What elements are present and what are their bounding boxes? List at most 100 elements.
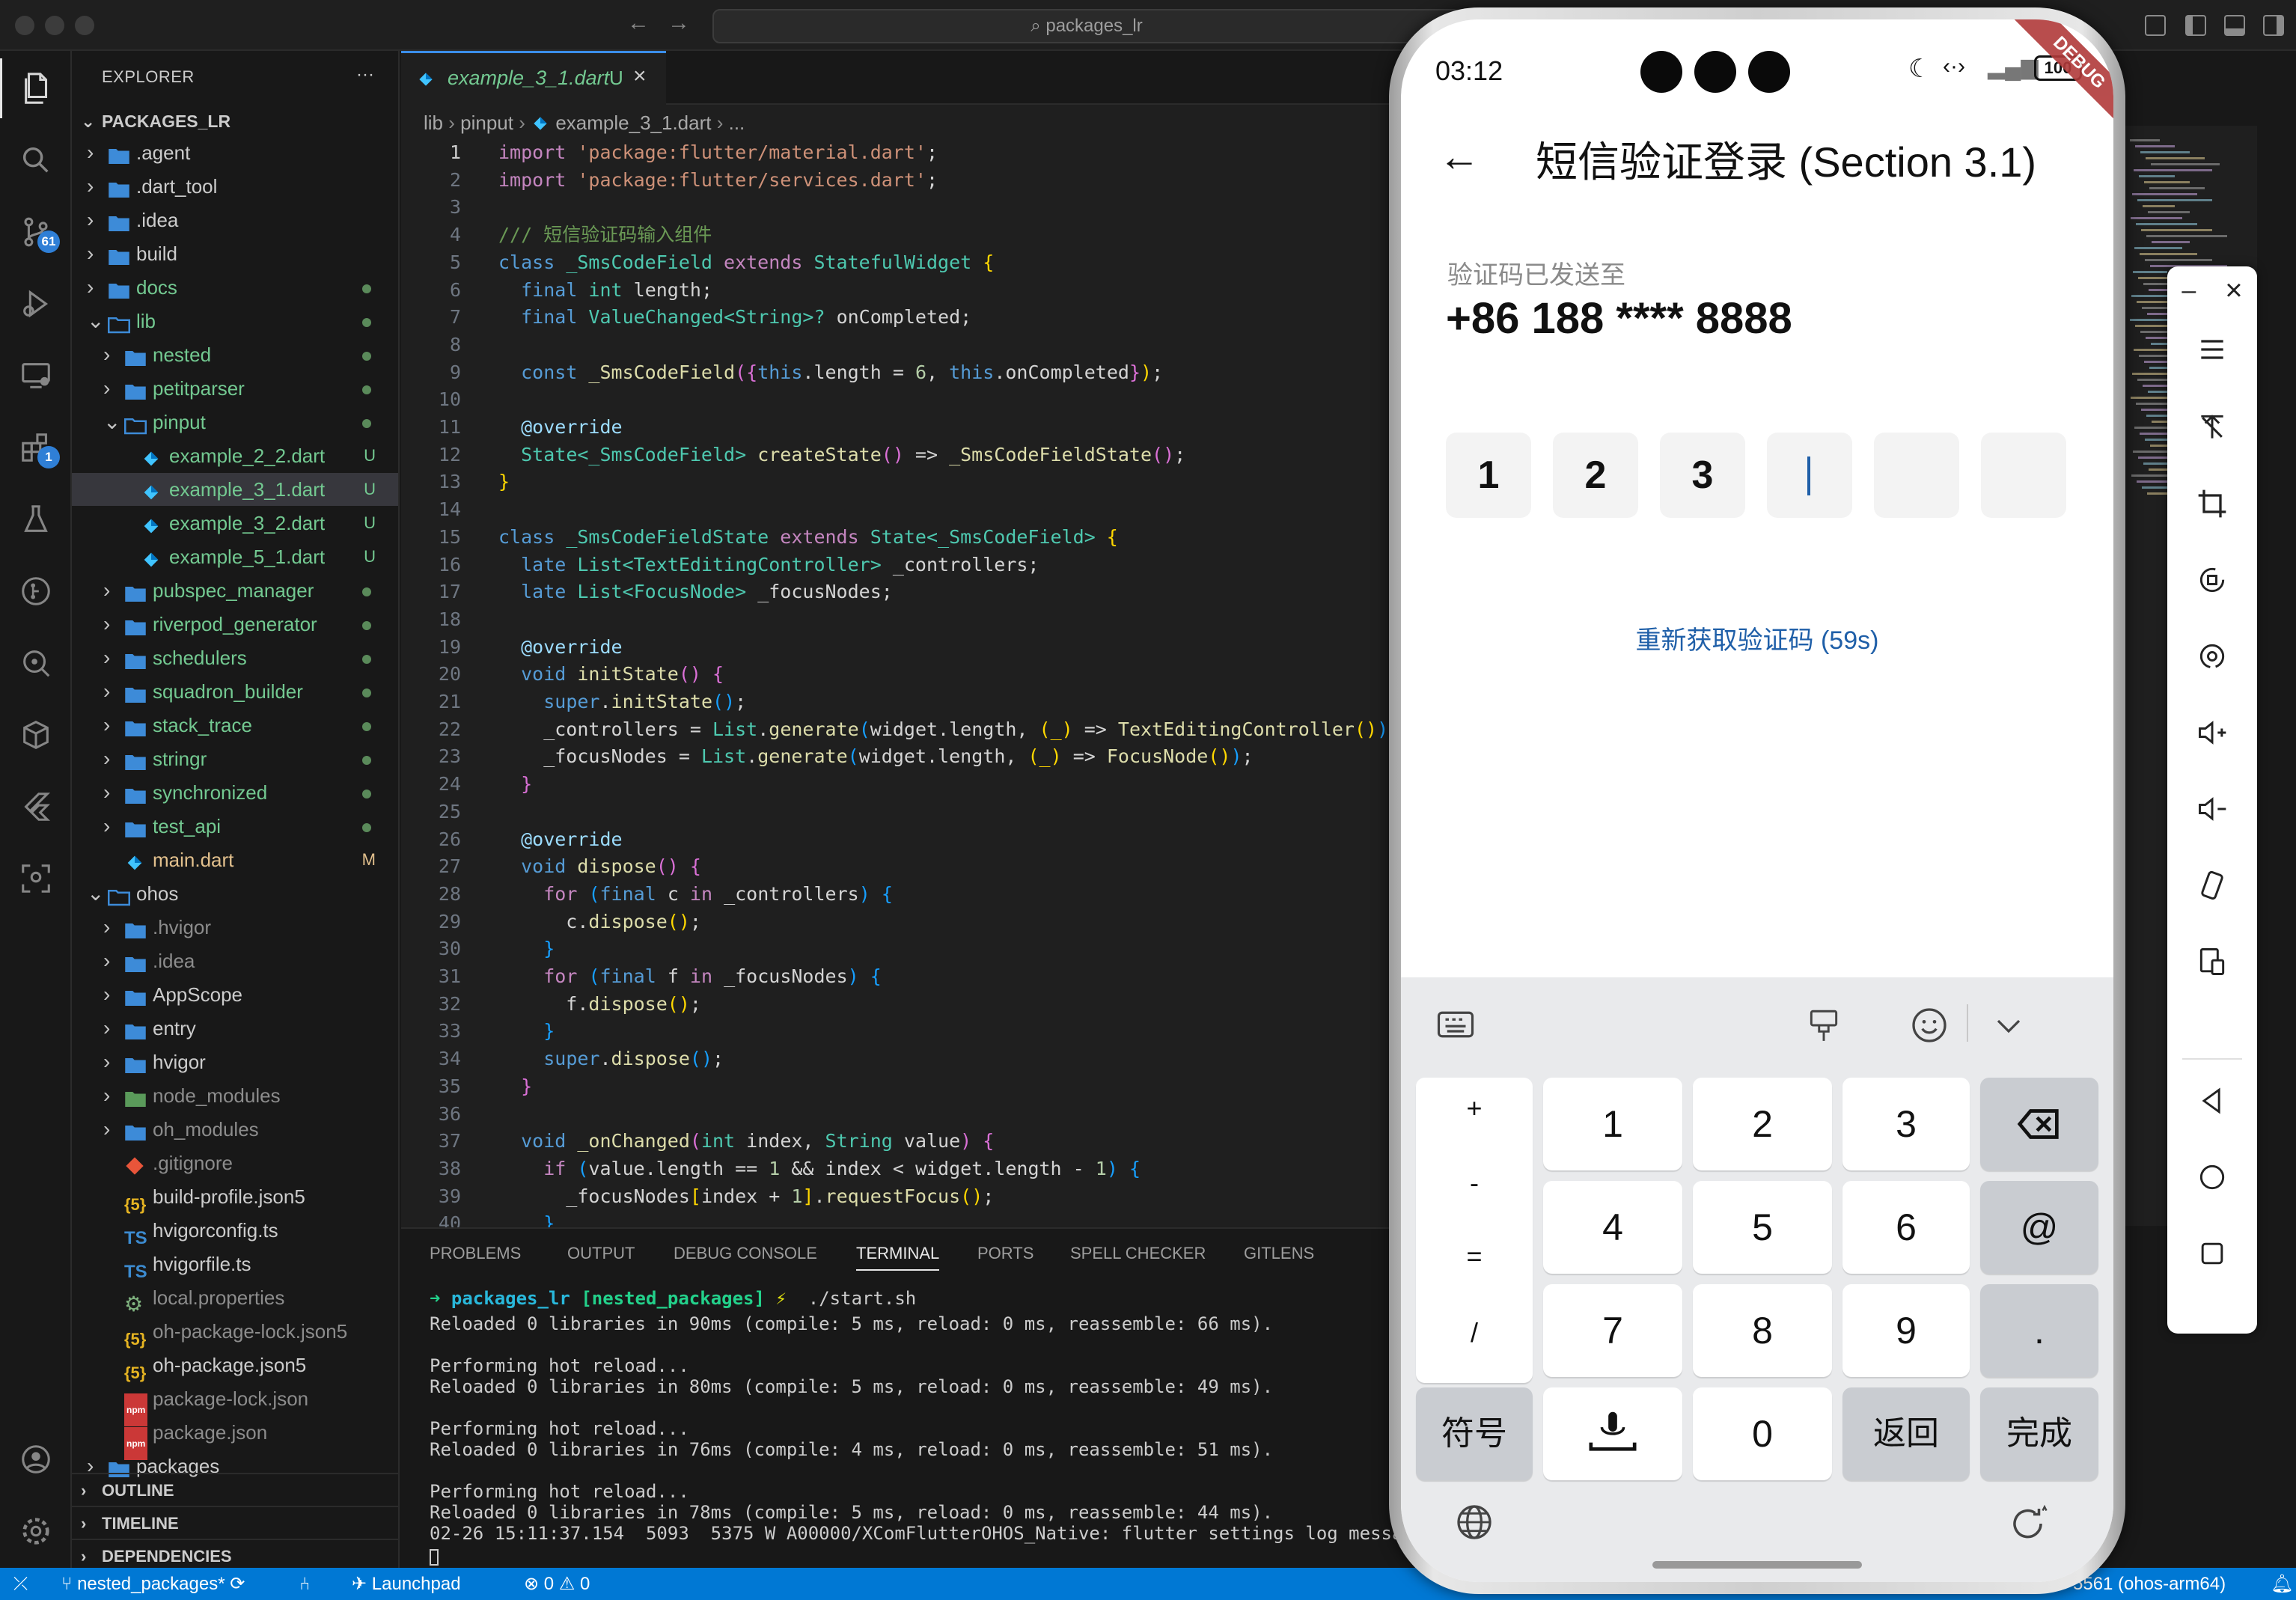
maximize-window-button[interactable] bbox=[75, 16, 94, 35]
recents-nav-button[interactable] bbox=[2167, 1227, 2257, 1280]
tree-item[interactable]: .gitignore bbox=[72, 1146, 398, 1179]
tree-item[interactable]: › hvigor bbox=[72, 1045, 398, 1078]
tree-item[interactable]: › test_api bbox=[72, 810, 398, 843]
slash-key[interactable]: / bbox=[1416, 1317, 1533, 1349]
voice-space-key[interactable] bbox=[1543, 1387, 1682, 1480]
outline-section[interactable]: › OUTLINE bbox=[72, 1473, 398, 1506]
menu-button[interactable] bbox=[2167, 323, 2257, 376]
zero-key[interactable]: 0 bbox=[1693, 1387, 1832, 1480]
back-key[interactable]: 返回 bbox=[1842, 1387, 1970, 1480]
home-indicator[interactable] bbox=[1652, 1561, 1862, 1569]
tree-item[interactable]: › pubspec_manager bbox=[72, 574, 398, 607]
tree-item[interactable]: › .dart_tool bbox=[72, 170, 398, 203]
tree-item[interactable]: {5} build-profile.json5 bbox=[72, 1180, 398, 1214]
otp-box-1[interactable]: 1 bbox=[1446, 433, 1531, 518]
tree-item[interactable]: ⌄ pinput bbox=[72, 406, 398, 439]
tree-item[interactable]: TS hvigorfile.ts bbox=[72, 1248, 398, 1282]
digit-key[interactable]: 7 bbox=[1543, 1284, 1682, 1377]
globe-icon[interactable] bbox=[1453, 1501, 1495, 1543]
testing-activity[interactable] bbox=[0, 489, 72, 549]
graph-icon[interactable]: ⑃ bbox=[299, 1568, 310, 1600]
close-icon[interactable]: × bbox=[2225, 274, 2242, 308]
extensions-activity[interactable]: 1 bbox=[0, 418, 72, 477]
close-tab-icon[interactable]: × bbox=[633, 64, 647, 89]
digit-key[interactable]: 4 bbox=[1543, 1181, 1682, 1274]
source-control-activity[interactable]: 61 bbox=[0, 202, 72, 262]
tree-item[interactable]: ⚙ local.properties bbox=[72, 1281, 398, 1316]
back-arrow-icon[interactable]: ← bbox=[1438, 132, 1480, 180]
remote-icon[interactable]: ⤫ bbox=[13, 1568, 28, 1600]
toggle-secondary-sidebar-icon[interactable] bbox=[2263, 15, 2284, 36]
plus-key[interactable]: + bbox=[1416, 1093, 1533, 1124]
volume-down-button[interactable] bbox=[2167, 783, 2257, 835]
keyboard-switch-icon[interactable] bbox=[2007, 1501, 2052, 1546]
home-nav-button[interactable] bbox=[2167, 1151, 2257, 1203]
symbols-key[interactable]: 符号 bbox=[1416, 1387, 1533, 1480]
tree-item[interactable]: › build bbox=[72, 237, 398, 270]
digit-key[interactable]: 3 bbox=[1842, 1078, 1970, 1170]
workspace-root[interactable]: ⌄ PACKAGES_LR bbox=[72, 105, 398, 138]
otp-box-2[interactable]: 2 bbox=[1553, 433, 1638, 518]
tree-item[interactable]: › schedulers bbox=[72, 641, 398, 674]
tree-item[interactable]: › node_modules bbox=[72, 1079, 398, 1112]
rotate-right-button[interactable] bbox=[2167, 630, 2257, 683]
collapse-keyboard-icon[interactable] bbox=[1991, 1007, 2027, 1043]
tree-item[interactable]: TS hvigorconfig.ts bbox=[72, 1214, 398, 1248]
panel-tab[interactable]: OUTPUT bbox=[567, 1244, 635, 1263]
toggle-sidebar-icon[interactable] bbox=[2185, 15, 2206, 36]
minimize-window-button[interactable] bbox=[45, 16, 64, 35]
tree-item[interactable]: › nested bbox=[72, 338, 398, 371]
ai-assistant-activity[interactable] bbox=[0, 849, 72, 909]
tree-item[interactable]: › AppScope bbox=[72, 978, 398, 1011]
digit-key[interactable]: 2 bbox=[1693, 1078, 1832, 1170]
toggle-panel-icon[interactable] bbox=[2224, 15, 2245, 36]
problems-status[interactable]: ⊗ 0 ⚠ 0 bbox=[524, 1568, 590, 1600]
multi-device-button[interactable] bbox=[2167, 935, 2257, 988]
tree-item[interactable]: npm package.json bbox=[72, 1416, 398, 1460]
resend-code-link[interactable]: 重新获取验证码 (59s) bbox=[1401, 620, 2113, 656]
equals-key[interactable]: = bbox=[1416, 1241, 1533, 1272]
tree-item[interactable]: › .hvigor bbox=[72, 911, 398, 944]
timeline-section[interactable]: › TIMELINE bbox=[72, 1506, 398, 1539]
minus-key[interactable]: - bbox=[1416, 1167, 1533, 1199]
customize-layout-icon[interactable] bbox=[2145, 15, 2166, 36]
pin-top-button[interactable] bbox=[2167, 401, 2257, 454]
digit-key[interactable]: 8 bbox=[1693, 1284, 1832, 1377]
digit-key[interactable]: 6 bbox=[1842, 1181, 1970, 1274]
shake-button[interactable] bbox=[2167, 859, 2257, 912]
explorer-activity[interactable] bbox=[0, 58, 72, 118]
back-nav-button[interactable] bbox=[2167, 1075, 2257, 1127]
keyboard-settings-icon[interactable] bbox=[1432, 1004, 1479, 1045]
tree-item[interactable]: › petitparser bbox=[72, 372, 398, 405]
breadcrumb-symbol[interactable]: ... bbox=[729, 112, 745, 134]
otp-box-4-focused[interactable] bbox=[1767, 433, 1852, 518]
command-center-search[interactable]: ⌕ packages_lr bbox=[712, 9, 1461, 43]
backspace-key[interactable] bbox=[1980, 1078, 2098, 1170]
breadcrumb-pinput[interactable]: pinput bbox=[460, 112, 513, 134]
done-key[interactable]: 完成 bbox=[1980, 1387, 2098, 1480]
tree-item[interactable]: main.dart M bbox=[72, 843, 398, 876]
emoji-icon[interactable] bbox=[1908, 1004, 1950, 1046]
tree-item[interactable]: › oh_modules bbox=[72, 1113, 398, 1146]
tree-item[interactable]: › .idea bbox=[72, 944, 398, 977]
digit-key[interactable]: 9 bbox=[1842, 1284, 1970, 1377]
tree-item[interactable]: example_5_1.dart U bbox=[72, 540, 398, 573]
tree-item[interactable]: › .agent bbox=[72, 136, 398, 169]
remote-explorer-activity[interactable] bbox=[0, 346, 72, 406]
tree-item[interactable]: › riverpod_generator bbox=[72, 608, 398, 641]
back-arrow-icon[interactable]: ← bbox=[627, 10, 650, 36]
run-debug-activity[interactable] bbox=[0, 274, 72, 334]
close-window-button[interactable] bbox=[15, 16, 34, 35]
panel-tab[interactable]: GITLENS bbox=[1244, 1244, 1314, 1263]
containers-activity[interactable] bbox=[0, 705, 72, 765]
at-key[interactable]: @ bbox=[1980, 1181, 2098, 1274]
paintbrush-icon[interactable] bbox=[1805, 1003, 1842, 1048]
explorer-more-button[interactable]: ··· bbox=[356, 64, 374, 85]
minimize-icon[interactable]: – bbox=[2181, 276, 2196, 305]
otp-box-3[interactable]: 3 bbox=[1660, 433, 1745, 518]
editor-tab-example-3-1[interactable]: example_3_1.dart U × bbox=[401, 51, 666, 106]
tree-item[interactable]: example_3_1.dart U bbox=[72, 473, 398, 506]
launchpad-status[interactable]: ✈ Launchpad bbox=[352, 1568, 461, 1600]
breadcrumb-lib[interactable]: lib bbox=[424, 112, 443, 134]
tree-item[interactable]: › synchronized bbox=[72, 776, 398, 809]
